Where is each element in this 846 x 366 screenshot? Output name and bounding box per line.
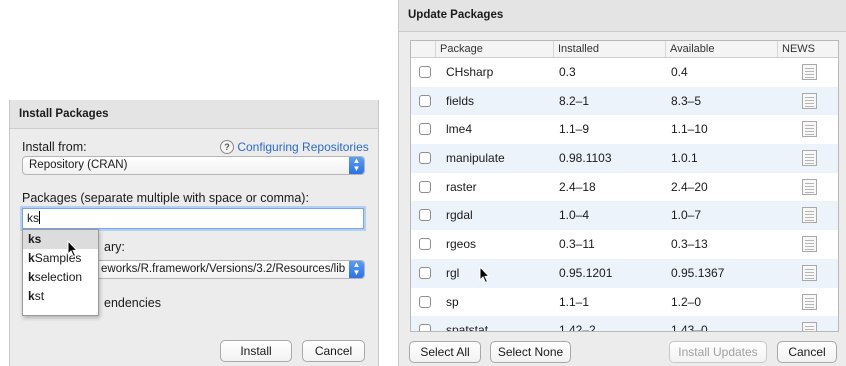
row-select-checkbox[interactable] xyxy=(419,266,431,279)
news-document-icon[interactable] xyxy=(802,64,817,80)
news-document-icon[interactable] xyxy=(802,121,817,138)
news-document-icon[interactable] xyxy=(802,178,817,195)
row-select-checkbox[interactable] xyxy=(419,66,431,78)
row-select-checkbox[interactable] xyxy=(419,152,431,165)
column-header-news[interactable]: NEWS xyxy=(777,41,815,57)
cell-installed: 2.4–18 xyxy=(559,179,596,194)
row-select-checkbox[interactable] xyxy=(419,209,431,222)
cell-package: raster xyxy=(446,179,477,194)
row-select-checkbox[interactable] xyxy=(419,123,431,136)
row-select-checkbox[interactable] xyxy=(419,180,431,193)
table-row[interactable]: rgeos 0.3–11 0.3–13 xyxy=(411,230,838,259)
packages-input[interactable]: ks xyxy=(22,208,364,229)
row-select-checkbox[interactable] xyxy=(419,295,431,308)
autocomplete-item-kst[interactable]: kst xyxy=(23,287,98,306)
table-header: Package Installed Available NEWS xyxy=(411,41,838,58)
cell-package: sp xyxy=(446,294,459,309)
cell-package: rgdal xyxy=(446,208,473,223)
column-header-installed[interactable]: Installed xyxy=(553,41,599,57)
row-select-checkbox[interactable] xyxy=(419,94,431,107)
cell-package: lme4 xyxy=(446,122,473,137)
cell-package: rgeos xyxy=(446,237,477,252)
cell-package: spatstat xyxy=(446,323,489,332)
install-from-value: Repository (CRAN) xyxy=(29,159,128,171)
cell-installed: 8.2–1 xyxy=(559,93,590,108)
table-row[interactable]: spatstat 1.42–2 1.43–0 xyxy=(411,316,838,332)
cell-installed: 0.95.1201 xyxy=(559,265,613,280)
cell-package: rgl xyxy=(446,265,460,280)
news-document-icon[interactable] xyxy=(802,236,817,253)
install-from-label: Install from: xyxy=(22,140,87,154)
package-autocomplete-list: ks kSamples kselection kst xyxy=(22,229,99,316)
column-header-available[interactable]: Available xyxy=(665,41,714,57)
library-value: eworks/R.framework/Versions/3.2/Resource… xyxy=(101,263,346,275)
select-all-button[interactable]: Select All xyxy=(409,341,481,363)
table-row[interactable]: CHsharp 0.3 0.4 xyxy=(411,58,838,87)
cell-available: 0.95.1367 xyxy=(671,265,725,280)
cell-package: CHsharp xyxy=(446,65,494,79)
news-document-icon[interactable] xyxy=(802,207,817,224)
cell-installed: 1.1–9 xyxy=(559,122,590,137)
cell-available: 8.3–5 xyxy=(671,93,702,108)
table-row[interactable]: fields 8.2–1 8.3–5 xyxy=(411,86,838,116)
news-document-icon[interactable] xyxy=(802,293,817,310)
cell-installed: 0.3–11 xyxy=(559,237,595,252)
mouse-pointer-icon xyxy=(479,266,491,284)
configuring-repositories-help[interactable]: ? Configuring Repositories xyxy=(220,140,369,154)
table-body: CHsharp 0.3 0.4 fields 8.2–1 8.3–5 lme4 1.1–9 1.… xyxy=(411,58,838,332)
update-cancel-button[interactable]: Cancel xyxy=(777,341,837,363)
library-label-tail: ary: xyxy=(104,240,125,254)
table-row[interactable]: rgdal 1.0–4 1.0–7 xyxy=(411,201,838,231)
help-icon[interactable]: ? xyxy=(220,140,234,154)
table-row[interactable]: manipulate 0.98.1103 1.0.1 xyxy=(411,144,838,173)
cell-available: 1.43–0 xyxy=(671,323,708,332)
text-caret xyxy=(39,211,40,224)
cell-package: fields xyxy=(446,93,475,108)
cell-package: manipulate xyxy=(446,151,505,166)
news-document-icon[interactable] xyxy=(802,150,817,167)
cell-installed: 0.3 xyxy=(559,65,576,79)
install-cancel-button[interactable]: Cancel xyxy=(302,340,365,362)
table-row[interactable]: raster 2.4–18 2.4–20 xyxy=(411,173,838,202)
table-row[interactable]: sp 1.1–1 1.2–0 xyxy=(411,288,838,317)
row-select-checkbox[interactable] xyxy=(419,238,431,251)
cell-available: 2.4–20 xyxy=(671,179,708,194)
mouse-pointer-icon xyxy=(67,240,79,258)
column-header-package[interactable]: Package xyxy=(435,41,483,57)
configuring-repositories-link[interactable]: Configuring Repositories xyxy=(237,140,368,154)
install-button[interactable]: Install xyxy=(220,340,292,362)
select-stepper-icon[interactable]: ▲ ▼ xyxy=(349,157,364,174)
autocomplete-item-ksamples[interactable]: kSamples xyxy=(23,249,98,268)
update-dialog-title: Update Packages xyxy=(399,0,846,32)
news-document-icon[interactable] xyxy=(802,264,817,281)
cell-available: 0.4 xyxy=(671,65,688,79)
autocomplete-item-kselection[interactable]: kselection xyxy=(23,268,98,287)
cell-available: 0.3–13 xyxy=(671,237,708,252)
cell-installed: 1.42–2 xyxy=(559,323,596,332)
cell-available: 1.2–0 xyxy=(671,294,702,309)
table-row[interactable]: lme4 1.1–9 1.1–10 xyxy=(411,115,838,144)
autocomplete-item-ks[interactable]: ks xyxy=(23,230,98,249)
select-stepper-icon[interactable]: ▲ ▼ xyxy=(349,261,364,278)
cell-installed: 0.98.1103 xyxy=(559,151,612,166)
install-from-select[interactable]: Repository (CRAN) ▲ ▼ xyxy=(22,156,365,175)
install-updates-button[interactable]: Install Updates xyxy=(669,341,767,363)
install-dialog-title: Install Packages xyxy=(10,100,378,129)
table-row[interactable]: rgl 0.95.1201 0.95.1367 xyxy=(411,258,838,288)
news-document-icon[interactable] xyxy=(802,92,817,109)
cell-installed: 1.1–1 xyxy=(559,294,590,309)
cell-available: 1.0.1 xyxy=(671,151,698,166)
packages-label: Packages (separate multiple with space o… xyxy=(22,191,309,205)
select-none-button[interactable]: Select None xyxy=(490,341,571,363)
cell-available: 1.0–7 xyxy=(671,208,702,223)
cell-installed: 1.0–4 xyxy=(559,208,590,223)
install-dependencies-label: endencies xyxy=(104,296,161,310)
cell-available: 1.1–10 xyxy=(671,122,708,137)
updates-table: Package Installed Available NEWS CHsharp… xyxy=(410,40,839,332)
packages-input-value: ks xyxy=(27,211,39,225)
update-packages-dialog: Update Packages Package Installed Availa… xyxy=(398,0,846,366)
row-select-checkbox[interactable] xyxy=(419,324,431,331)
news-document-icon[interactable] xyxy=(802,322,817,331)
